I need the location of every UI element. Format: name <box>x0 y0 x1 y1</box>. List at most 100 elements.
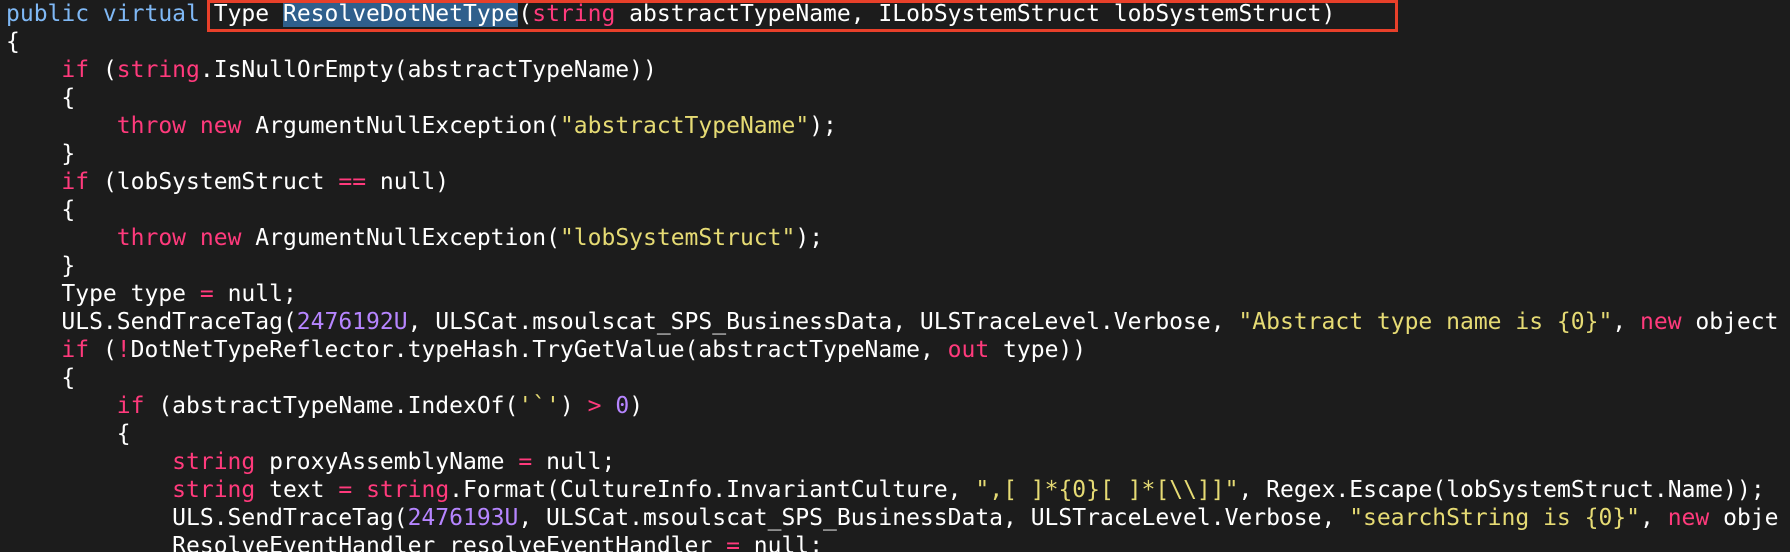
operator-token: ! <box>116 337 131 363</box>
code-text-token: ResolveEventHandler resolveEventHandler <box>6 533 727 552</box>
number-literal-token: 2476192U <box>296 309 408 335</box>
code-line[interactable]: throw new ArgumentNullException("lobSyst… <box>6 224 1779 252</box>
code-text-token: ) <box>559 393 588 419</box>
keyword-token: new <box>199 113 242 139</box>
code-text-token: , <box>1640 505 1668 531</box>
code-text-token: { <box>6 29 20 55</box>
keyword-token: new <box>1667 505 1710 531</box>
operator-token: == <box>338 169 367 195</box>
code-line[interactable]: throw new ArgumentNullException("abstrac… <box>6 112 1779 140</box>
code-text-token: null; <box>532 449 616 475</box>
code-line[interactable]: { <box>6 420 1779 448</box>
code-text-token: abstractTypeName, ILobSystemStruct lobSy… <box>615 1 1336 27</box>
string-literal-token: "abstractTypeName" <box>559 113 810 139</box>
code-line[interactable]: ResolveEventHandler resolveEventHandler … <box>6 532 1779 552</box>
code-text-token: Type type <box>6 281 200 307</box>
operator-token: = <box>726 533 740 552</box>
keyword-token: new <box>1640 309 1682 335</box>
code-line[interactable]: { <box>6 364 1779 392</box>
code-text-token: (lobSystemStruct <box>89 169 339 195</box>
code-text-token: { <box>6 85 76 111</box>
code-line[interactable]: ULS.SendTraceTag(2476192U, ULSCat.msouls… <box>6 308 1779 336</box>
code-line[interactable]: if (string.IsNullOrEmpty(abstractTypeNam… <box>6 56 1779 84</box>
string-literal-token: "lobSystemStruct" <box>559 225 796 251</box>
code-editor[interactable]: public virtual Type ResolveDotNetType(st… <box>0 0 1790 552</box>
string-literal-token: "searchString is {0}" <box>1349 505 1640 531</box>
code-text-token: null) <box>366 169 450 195</box>
code-text-token: , <box>1612 309 1640 335</box>
code-listing[interactable]: public virtual Type ResolveDotNetType(st… <box>6 0 1779 552</box>
code-text-token: proxyAssemblyName <box>255 449 519 475</box>
operator-token: = <box>338 477 353 503</box>
operator-token: = <box>199 281 214 307</box>
code-text-token: , ULSCat.msoulscat_SPS_BusinessData, ULS… <box>407 309 1239 335</box>
code-line[interactable]: if (lobSystemStruct == null) <box>6 168 1779 196</box>
code-text-token: .Format(CultureInfo.InvariantCulture, <box>449 477 976 503</box>
code-text-token: { <box>6 421 131 447</box>
code-line[interactable]: if (abstractTypeName.IndexOf('`') > 0) <box>6 392 1779 420</box>
code-text-token: , Regex.Escape(lobSystemStruct.Name)); <box>1238 477 1765 503</box>
code-text-token: ( <box>518 1 533 27</box>
code-text-token: null; <box>739 533 824 552</box>
code-line[interactable]: } <box>6 140 1779 168</box>
code-text-token: ArgumentNullException( <box>241 225 560 251</box>
selected-identifier-token: ResolveDotNetType <box>282 1 519 27</box>
code-text-token: ArgumentNullException( <box>241 113 560 139</box>
code-line[interactable]: string text = string.Format(CultureInfo.… <box>6 476 1779 504</box>
keyword-token: if <box>61 57 90 83</box>
code-line[interactable]: { <box>6 196 1779 224</box>
code-text-token: ) <box>629 393 644 419</box>
code-line[interactable]: ULS.SendTraceTag(2476193U, ULSCat.msouls… <box>6 504 1779 532</box>
code-line[interactable]: string proxyAssemblyName = null; <box>6 448 1779 476</box>
code-text-token: object <box>1681 309 1779 335</box>
type-keyword-token: string <box>172 477 256 503</box>
code-line[interactable]: public virtual Type ResolveDotNetType(st… <box>6 0 1779 28</box>
keyword-token: if <box>116 393 145 419</box>
code-text-token: } <box>6 141 76 167</box>
code-text-token: ( <box>89 57 117 83</box>
code-text-token: { <box>6 365 76 391</box>
keyword-token: throw <box>116 113 187 139</box>
string-literal-token: "Abstract type name is {0}" <box>1238 309 1613 335</box>
keyword-token: new <box>199 225 242 251</box>
code-line[interactable]: Type type = null; <box>6 280 1779 308</box>
code-line[interactable]: if (!DotNetTypeReflector.typeHash.TryGet… <box>6 336 1779 364</box>
code-text-token: (abstractTypeName.IndexOf( <box>144 393 519 419</box>
operator-token: > <box>587 393 602 419</box>
code-text-token: } <box>6 253 76 279</box>
keyword-token: if <box>61 169 90 195</box>
code-text-token: ); <box>795 225 824 251</box>
type-keyword-token: string <box>116 57 200 83</box>
code-text-token: null; <box>213 281 297 307</box>
keyword-token: if <box>61 337 90 363</box>
code-text-token: type)) <box>989 337 1087 363</box>
modifier-keyword-token: public virtual <box>6 1 200 27</box>
code-text-token: DotNetTypeReflector.typeHash.TryGetValue… <box>130 337 948 363</box>
string-literal-token: ",[ ]*{0}[ ]*[\\]]" <box>975 477 1239 503</box>
operator-token: = <box>518 449 533 475</box>
number-literal-token: 2476193U <box>407 505 519 531</box>
code-text-token: obje <box>1709 505 1779 531</box>
keyword-token: throw <box>116 225 187 251</box>
string-literal-token: '`' <box>518 393 560 419</box>
code-text-token: ULS.SendTraceTag( <box>6 309 297 335</box>
code-text-token: text <box>255 477 339 503</box>
code-text-token: ); <box>809 113 837 139</box>
number-literal-token: 0 <box>615 393 630 419</box>
code-line[interactable]: { <box>6 28 1779 56</box>
code-text-token: Type <box>199 1 283 27</box>
code-line[interactable]: { <box>6 84 1779 112</box>
keyword-token: out <box>947 337 990 363</box>
code-line[interactable]: } <box>6 252 1779 280</box>
